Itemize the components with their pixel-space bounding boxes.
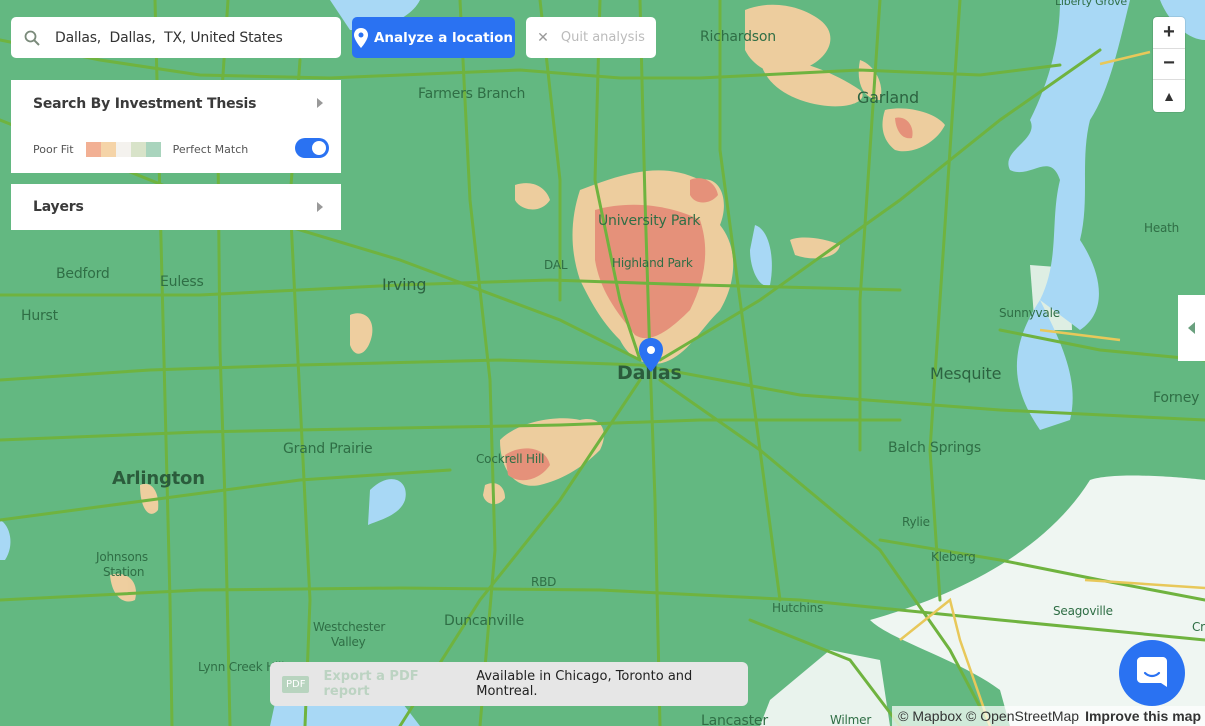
map-label: Highland Park — [612, 256, 693, 270]
chevron-right-icon[interactable] — [317, 202, 323, 212]
legend-swatch — [100, 142, 116, 157]
map-label: Hutchins — [772, 601, 824, 615]
fit-legend: Poor Fit Perfect Match — [33, 142, 248, 157]
search-icon — [23, 29, 41, 47]
map-pin-icon — [353, 27, 368, 48]
map-label: Sunnyvale — [999, 306, 1060, 320]
map-label: Westchester — [313, 620, 386, 634]
location-marker-icon[interactable] — [639, 338, 663, 372]
map-label: Farmers Branch — [418, 86, 526, 102]
map-label: Balch Springs — [888, 440, 981, 456]
map-label: Richardson — [700, 29, 776, 45]
map-label: Valley — [331, 635, 366, 649]
map-label: Liberty Grove — [1055, 0, 1127, 8]
side-panel-toggle[interactable] — [1178, 295, 1205, 361]
heatmap-toggle[interactable] — [295, 138, 329, 158]
legend-swatches — [85, 142, 161, 157]
osm-attribution-link[interactable]: © OpenStreetMap — [966, 708, 1079, 724]
map-label: Forney — [1153, 390, 1200, 406]
legend-high-label: Perfect Match — [172, 143, 249, 156]
pdf-availability-note: Available in Chicago, Toronto and Montre… — [476, 669, 693, 699]
map-zoom-control: + − ▲ — [1153, 17, 1185, 112]
analyze-location-button[interactable]: Analyze a location — [352, 17, 515, 58]
legend-swatch — [115, 142, 131, 157]
chevron-right-icon[interactable] — [317, 98, 323, 108]
map-label: Garland — [857, 88, 919, 107]
map-label: Duncanville — [444, 613, 525, 629]
chat-button[interactable] — [1119, 640, 1185, 706]
compass-icon: ▲ — [1162, 87, 1176, 104]
zoom-in-button[interactable]: + — [1153, 17, 1185, 49]
map-label: Heath — [1144, 221, 1180, 235]
quit-analysis-label: Quit analysis — [560, 30, 645, 45]
map-label: Arlington — [112, 468, 205, 489]
map-label: Irving — [382, 275, 427, 294]
pdf-icon: PDF — [282, 675, 310, 693]
close-icon: ✕ — [537, 29, 549, 46]
map-label: Hurst — [21, 308, 58, 324]
investment-thesis-panel: Search By Investment Thesis Poor Fit Per… — [11, 80, 341, 173]
map-label: Bedford — [56, 266, 110, 282]
map-label: Kleberg — [931, 550, 976, 564]
legend-swatch — [145, 142, 161, 157]
map-label: Johnsons — [96, 550, 148, 564]
map-attribution: © Mapbox © OpenStreetMap Improve this ma… — [892, 706, 1205, 726]
map-label: DAL — [544, 258, 568, 272]
legend-swatch — [85, 142, 101, 157]
layers-panel[interactable]: Layers — [11, 184, 341, 230]
search-input[interactable] — [55, 29, 325, 46]
map-label: Wilmer — [830, 713, 872, 726]
map-label: Lancaster — [701, 713, 768, 726]
mapbox-attribution-link[interactable]: © Mapbox — [898, 708, 962, 724]
pdf-export-bar: PDF Export a PDF report Available in Chi… — [270, 662, 748, 706]
export-pdf-link[interactable]: Export a PDF report — [323, 669, 464, 699]
chevron-left-icon — [1188, 322, 1195, 334]
investment-thesis-title[interactable]: Search By Investment Thesis — [33, 96, 256, 112]
analyze-location-label: Analyze a location — [373, 29, 514, 46]
map-label: Mesquite — [930, 364, 1002, 383]
map-label: University Park — [598, 213, 701, 229]
search-box[interactable] — [11, 17, 341, 58]
map-label: Seagoville — [1053, 604, 1113, 618]
compass-button[interactable]: ▲ — [1153, 80, 1185, 112]
improve-map-link[interactable]: Improve this map — [1085, 708, 1201, 724]
layers-title[interactable]: Layers — [33, 199, 84, 215]
quit-analysis-button[interactable]: ✕ Quit analysis — [526, 17, 656, 58]
legend-swatch — [130, 142, 146, 157]
map-label: Cockrell Hill — [476, 452, 545, 466]
map-label: Cr — [1192, 620, 1205, 634]
map-label: Euless — [160, 274, 204, 290]
map-label: RBD — [531, 575, 557, 589]
map-label: Station — [103, 565, 145, 579]
map-label: Grand Prairie — [283, 441, 373, 457]
zoom-out-button[interactable]: − — [1153, 49, 1185, 81]
legend-low-label: Poor Fit — [33, 143, 74, 156]
chat-icon — [1137, 657, 1167, 687]
map-label: Rylie — [902, 515, 930, 529]
toggle-knob — [312, 141, 326, 155]
